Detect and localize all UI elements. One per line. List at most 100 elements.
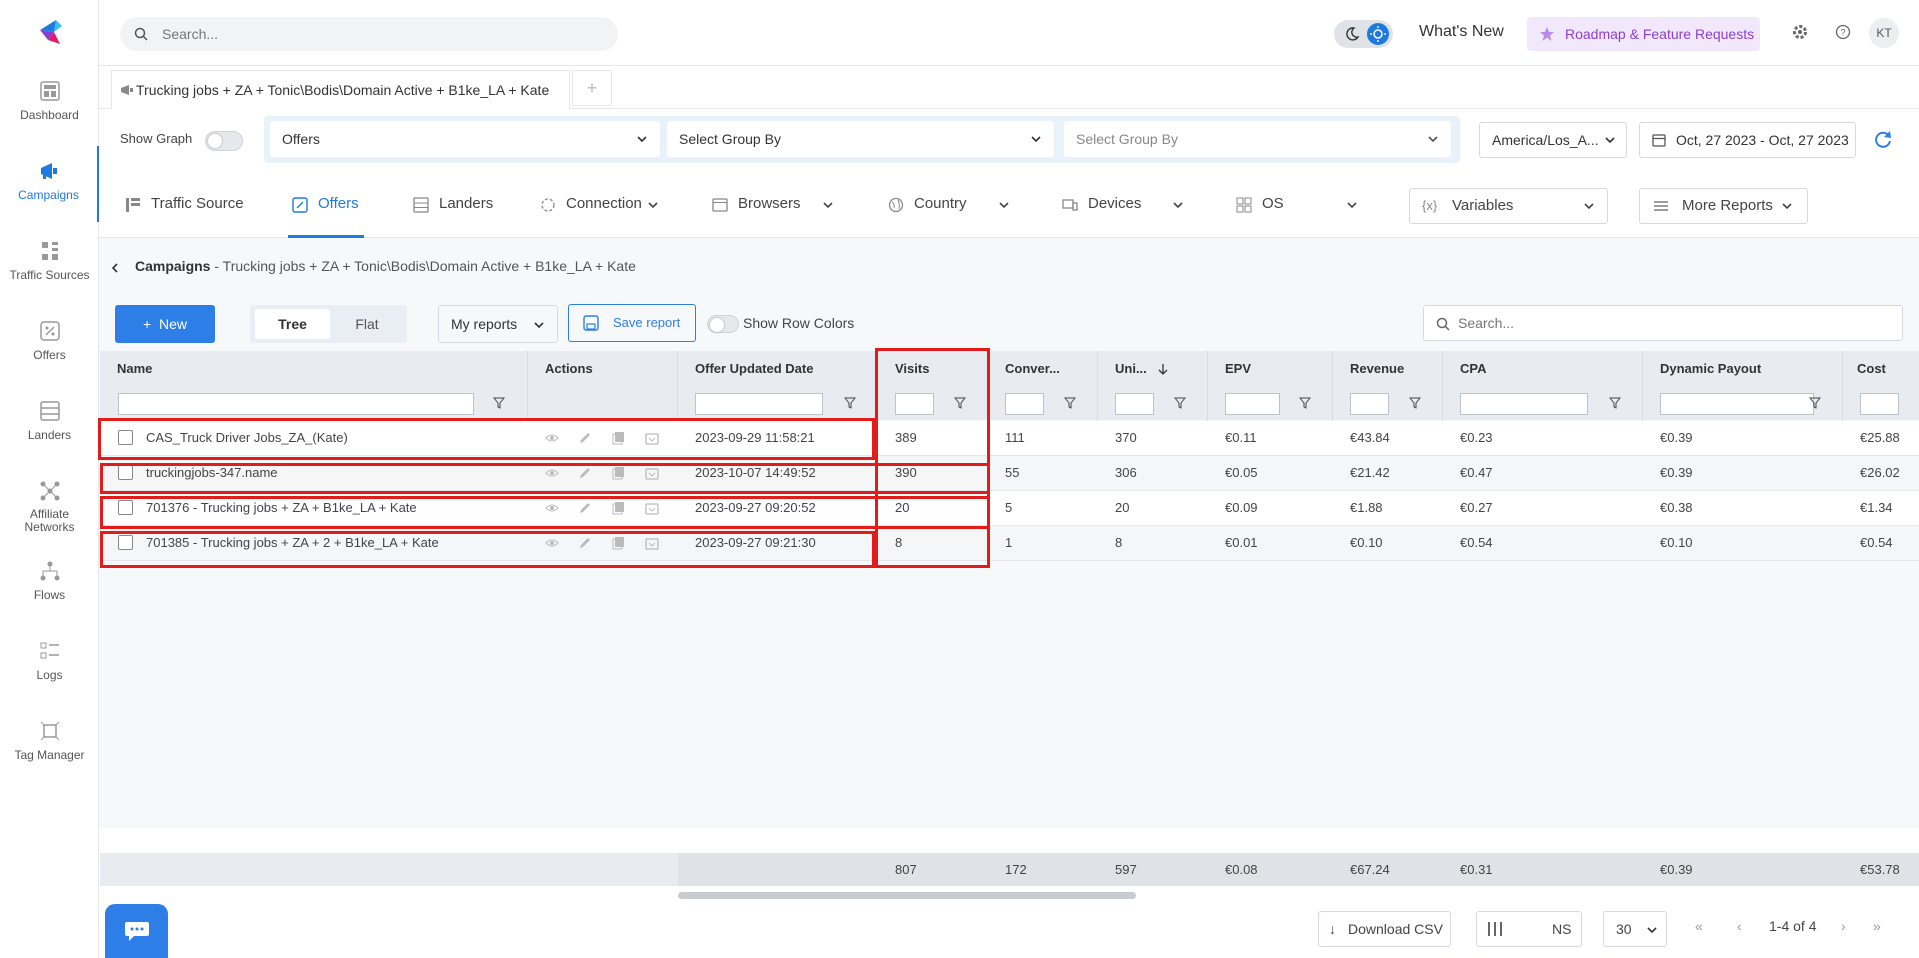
roadmap-button[interactable]: Roadmap & Feature Requests [1527, 17, 1760, 51]
filter-icon[interactable] [1409, 397, 1421, 409]
col-conversions[interactable]: Conver... [1005, 361, 1060, 376]
group-by-select-3[interactable]: Select Group By [1064, 121, 1451, 157]
row-revenue: €21.42 [1350, 465, 1390, 480]
col-payout[interactable]: Dynamic Payout [1660, 361, 1761, 376]
whats-new-link[interactable]: What's New [1419, 23, 1504, 41]
total-cost: €53.78 [1860, 862, 1900, 877]
logs-icon [40, 642, 59, 659]
filter-icon[interactable] [844, 397, 856, 409]
show-graph-toggle[interactable] [205, 131, 243, 151]
tree-view-button[interactable]: Tree [255, 309, 330, 339]
row-epv: €0.09 [1225, 500, 1258, 515]
app-logo[interactable] [36, 18, 64, 48]
timezone-select[interactable]: America/Los_A... [1479, 122, 1627, 158]
sidebar-item-traffic-sources[interactable]: Traffic Sources [0, 226, 99, 302]
tab-devices[interactable]: Devices [1062, 170, 1187, 238]
save-report-button[interactable]: Save report [568, 304, 696, 342]
devices-icon [1062, 199, 1078, 211]
theme-toggle[interactable] [1334, 20, 1393, 48]
global-search-input[interactable] [162, 17, 602, 51]
tab-country[interactable]: Country [888, 170, 1013, 238]
user-avatar[interactable]: KT [1869, 18, 1899, 48]
col-unique[interactable]: Uni... [1115, 361, 1147, 376]
sidebar-item-landers[interactable]: Landers [0, 386, 99, 462]
global-search[interactable] [120, 17, 618, 51]
first-page-button[interactable]: « [1695, 918, 1703, 934]
offers-icon [292, 197, 308, 213]
col-cost[interactable]: Cost [1857, 361, 1886, 376]
chevron-down-icon [1173, 202, 1183, 209]
sidebar-item-label: Landers [27, 428, 72, 442]
horizontal-scrollbar[interactable] [678, 892, 1136, 899]
col-updated[interactable]: Offer Updated Date [695, 361, 813, 376]
filter-icon[interactable] [493, 397, 505, 409]
page-size-select[interactable]: 30 [1603, 911, 1667, 947]
my-reports-dropdown[interactable]: My reports [438, 305, 558, 343]
flat-view-button[interactable]: Flat [332, 309, 402, 339]
payout-filter-input[interactable] [1660, 393, 1814, 415]
date-range-picker[interactable]: Oct, 27 2023 - Oct, 27 2023 [1639, 122, 1856, 158]
col-epv[interactable]: EPV [1225, 361, 1251, 376]
sidebar-item-offers[interactable]: Offers [0, 306, 99, 382]
sidebar-item-dashboard[interactable]: Dashboard [0, 66, 99, 142]
group-by-select-1[interactable]: Offers [270, 121, 660, 157]
filter-icon[interactable] [1174, 397, 1186, 409]
total-unique: 597 [1115, 862, 1137, 877]
sidebar-item-campaigns[interactable]: Campaigns [0, 146, 99, 222]
row-cpa: €0.54 [1460, 535, 1493, 550]
megaphone-icon [40, 163, 57, 179]
epv-filter-input[interactable] [1225, 393, 1280, 415]
refresh-icon[interactable] [1871, 128, 1895, 152]
breadcrumb-root[interactable]: Campaigns [135, 258, 210, 274]
filter-icon[interactable] [1609, 397, 1621, 409]
cpa-filter-input[interactable] [1460, 393, 1588, 415]
col-revenue[interactable]: Revenue [1350, 361, 1404, 376]
sort-desc-icon[interactable] [1158, 363, 1168, 375]
tab-connection[interactable]: Connection [540, 170, 665, 238]
col-name[interactable]: Name [117, 361, 152, 376]
revenue-filter-input[interactable] [1350, 393, 1389, 415]
chat-button[interactable] [105, 904, 168, 958]
name-filter-input[interactable] [118, 393, 474, 415]
group-by-select-2[interactable]: Select Group By [667, 121, 1054, 157]
table-totals: 807 172 597 €0.08 €67.24 €0.31 €0.39 €53… [100, 853, 1919, 886]
sidebar-item-flows[interactable]: Flows [0, 546, 99, 622]
next-page-button[interactable]: › [1841, 918, 1846, 934]
timezone-value: America/Los_A... [1492, 132, 1599, 148]
cost-filter-input[interactable] [1860, 393, 1899, 415]
chevron-down-icon [534, 322, 544, 329]
last-page-button[interactable]: » [1873, 918, 1881, 934]
help-icon[interactable]: ? [1835, 24, 1851, 40]
unique-filter-input[interactable] [1115, 393, 1154, 415]
tab-os[interactable]: OS [1236, 170, 1361, 238]
variables-dropdown[interactable]: {x} Variables [1409, 188, 1608, 224]
sidebar-item-affiliate-networks[interactable]: Affiliate Networks [0, 466, 99, 546]
tab-browsers[interactable]: Browsers [712, 170, 837, 238]
sidebar-item-logs[interactable]: Logs [0, 626, 99, 702]
prev-page-button[interactable]: ‹ [1737, 918, 1742, 934]
row-colors-toggle[interactable] [707, 315, 739, 333]
col-cpa[interactable]: CPA [1460, 361, 1486, 376]
filter-icon[interactable] [1064, 397, 1076, 409]
row-cpa: €0.23 [1460, 430, 1493, 445]
total-cpa: €0.31 [1460, 862, 1493, 877]
table-search-input[interactable] [1458, 306, 1878, 340]
table-search[interactable] [1423, 305, 1903, 341]
chevron-left-icon[interactable] [110, 262, 120, 274]
highlight-row [100, 496, 990, 529]
new-button[interactable]: + New [115, 305, 215, 343]
columns-button[interactable]: NS [1476, 911, 1582, 947]
tab-offers[interactable]: Offers [288, 170, 364, 238]
conversions-filter-input[interactable] [1005, 393, 1044, 415]
page-size-value: 30 [1616, 921, 1632, 937]
filter-icon[interactable] [1299, 397, 1311, 409]
updated-filter-input[interactable] [695, 393, 823, 415]
add-tab-button[interactable]: + [572, 70, 612, 106]
sidebar-item-label: Campaigns [18, 188, 79, 202]
campaign-tab[interactable]: Trucking jobs + ZA + Tonic\Bodis\Domain … [111, 70, 570, 109]
download-csv-button[interactable]: ↓ Download CSV [1318, 911, 1451, 947]
gear-icon[interactable] [1792, 24, 1808, 40]
more-reports-dropdown[interactable]: More Reports [1639, 188, 1808, 224]
filter-icon[interactable] [1809, 397, 1821, 409]
sidebar-item-tag-manager[interactable]: Tag Manager [0, 706, 99, 782]
